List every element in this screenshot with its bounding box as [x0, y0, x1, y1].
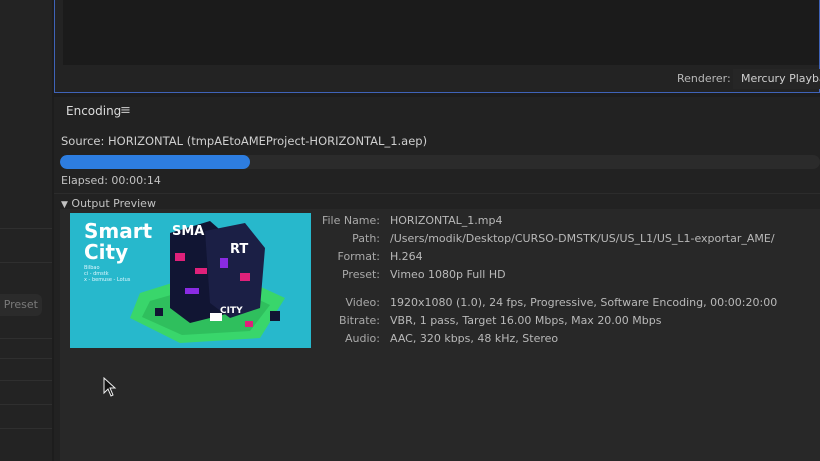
panel-divider: [0, 338, 52, 339]
renderer-label: Renderer:: [677, 72, 731, 85]
queue-list[interactable]: [63, 0, 819, 65]
bitrate-value: VBR, 1 pass, Target 16.00 Mbps, Max 20.0…: [390, 314, 662, 327]
thumbnail-subtitle: Bilbao ci - dmstk x - bemuse - Lotus: [84, 265, 131, 283]
file-name-label: File Name:: [321, 214, 380, 227]
thumbnail-title: Smart City: [84, 219, 153, 264]
panel-divider: [0, 428, 52, 429]
artwork-letters: CITY: [220, 306, 243, 316]
encoding-tab[interactable]: Encoding: [66, 104, 121, 118]
panel-divider: [0, 262, 52, 263]
bitrate-label: Bitrate:: [339, 314, 380, 327]
video-label: Video:: [345, 296, 380, 309]
file-name-value: HORIZONTAL_1.mp4: [390, 214, 503, 227]
renderer-row: Renderer: Mercury Playback Engine: [55, 67, 820, 91]
artwork-letters: RT: [230, 242, 248, 257]
mouse-pointer-icon: [103, 377, 117, 397]
divider: [54, 193, 820, 194]
source-label: Source: HORIZONTAL (tmpAEtoAMEProject-HO…: [61, 134, 428, 148]
panel-divider: [0, 404, 52, 405]
encoding-header: Encoding ≡: [54, 97, 820, 125]
panel-divider: [0, 358, 52, 359]
output-preview-area: SMA RT CITY Smart City Bilbao ci - dmstk…: [60, 209, 820, 461]
path-label: Path:: [352, 232, 380, 245]
preset-button[interactable]: Preset: [0, 294, 42, 316]
panel-divider: [0, 228, 52, 229]
queue-panel: Renderer: Mercury Playback Engine: [54, 0, 820, 93]
hamburger-menu-icon[interactable]: ≡: [120, 103, 131, 118]
artwork-letters: SMA: [172, 224, 204, 239]
audio-label: Audio:: [345, 332, 380, 345]
preset-label: Preset:: [341, 268, 380, 281]
encoding-panel: Encoding ≡ Source: HORIZONTAL (tmpAEtoAM…: [54, 97, 820, 461]
format-value: H.264: [390, 250, 423, 263]
progress-fill: [60, 155, 250, 169]
format-label: Format:: [337, 250, 380, 263]
encoding-progress-bar: [60, 155, 820, 169]
path-value: /Users/modik/Desktop/CURSO-DMSTK/US/US_L…: [390, 232, 775, 245]
elapsed-time: Elapsed: 00:00:14: [61, 174, 161, 187]
renderer-dropdown[interactable]: Mercury Playback Engine: [733, 69, 820, 89]
video-value: 1920x1080 (1.0), 24 fps, Progressive, So…: [390, 296, 778, 309]
left-panel: Preset: [0, 0, 52, 461]
preset-value: Vimeo 1080p Full HD: [390, 268, 506, 281]
panel-divider: [0, 380, 52, 381]
audio-value: AAC, 320 kbps, 48 kHz, Stereo: [390, 332, 559, 345]
